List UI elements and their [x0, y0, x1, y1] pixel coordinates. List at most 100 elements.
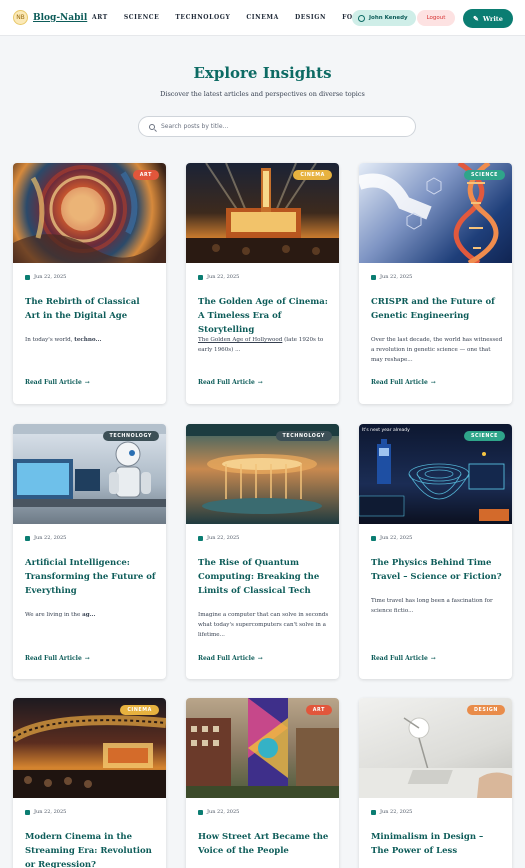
- post-title[interactable]: The Physics Behind Time Travel – Science…: [371, 556, 503, 584]
- read-more-link[interactable]: Read Full Article →: [198, 379, 263, 386]
- read-more-link[interactable]: Read Full Article →: [371, 379, 436, 386]
- post-image: CINEMA: [186, 163, 339, 263]
- search-input[interactable]: [161, 123, 401, 130]
- post-card[interactable]: CINEMA Jun 22, 2025 Modern Cinema in the…: [13, 698, 166, 868]
- calendar-icon: [25, 535, 30, 541]
- read-more-label: Read Full Article: [371, 379, 428, 386]
- post-excerpt: Over the last decade, the world has witn…: [371, 337, 503, 363]
- post-card[interactable]: ART Jun 22, 2025 How Street Art Became t…: [186, 698, 339, 868]
- post-card[interactable]: TECHNOLOGY Jun 22, 2025 The Rise of Quan…: [186, 424, 339, 679]
- user-name: John Kenedy: [369, 15, 408, 21]
- calendar-icon: [198, 274, 203, 280]
- post-excerpt: In today's world, techno...: [25, 335, 157, 345]
- post-image: TECHNOLOGY: [13, 424, 166, 524]
- write-button[interactable]: ✎ Write: [463, 9, 513, 28]
- read-more-link[interactable]: Read Full Article →: [25, 379, 90, 386]
- calendar-icon: [25, 809, 30, 815]
- arrow-right-icon: →: [257, 655, 263, 662]
- post-card[interactable]: CINEMA Jun 22, 2025 The Golden Age of Ci…: [186, 163, 339, 404]
- read-more-link[interactable]: Read Full Article →: [198, 655, 263, 662]
- post-title[interactable]: The Rise of Quantum Computing: Breaking …: [198, 556, 330, 598]
- read-more-link[interactable]: Read Full Article →: [371, 655, 436, 662]
- calendar-icon: [198, 809, 203, 815]
- post-title[interactable]: Modern Cinema in the Streaming Era: Revo…: [25, 830, 157, 868]
- post-image: SCIENCE: [359, 163, 512, 263]
- post-date: Jun 22, 2025: [34, 809, 67, 815]
- write-label: Write: [482, 14, 503, 23]
- arrow-right-icon: →: [430, 655, 436, 662]
- arrow-right-icon: →: [84, 379, 90, 386]
- read-more-label: Read Full Article: [198, 655, 255, 662]
- post-image: ART: [13, 163, 166, 263]
- category-badge: SCIENCE: [463, 170, 505, 180]
- post-meta: Jun 22, 2025: [371, 274, 412, 280]
- post-card[interactable]: SCIENCE Jun 22, 2025 CRISPR and the Futu…: [359, 163, 512, 404]
- post-meta: Jun 22, 2025: [371, 535, 412, 541]
- post-excerpt: We are living in the ag...: [25, 610, 157, 620]
- post-date: Jun 22, 2025: [207, 809, 240, 815]
- post-excerpt: Time travel has long been a fascination …: [371, 598, 493, 614]
- category-badge: CINEMA: [120, 705, 159, 715]
- excerpt-text: In today's world,: [25, 337, 75, 343]
- image-caption: It's next year already: [362, 427, 410, 433]
- post-excerpt: Imagine a computer that can solve in sec…: [198, 612, 329, 638]
- read-more-link[interactable]: Read Full Article →: [25, 655, 90, 662]
- post-date: Jun 22, 2025: [34, 274, 67, 280]
- post-title[interactable]: Artificial Intelligence: Transforming th…: [25, 556, 157, 598]
- arrow-right-icon: →: [257, 379, 263, 386]
- page-subtitle: Discover the latest articles and perspec…: [160, 90, 365, 98]
- nav-item-art[interactable]: ART: [92, 14, 108, 21]
- calendar-icon: [25, 274, 30, 280]
- post-title[interactable]: How Street Art Became the Voice of the P…: [198, 830, 330, 858]
- post-meta: Jun 22, 2025: [371, 809, 412, 815]
- logout-button[interactable]: Logout: [417, 10, 455, 26]
- read-more-label: Read Full Article: [198, 379, 255, 386]
- calendar-icon: [371, 274, 376, 280]
- post-date: Jun 22, 2025: [207, 535, 240, 541]
- nav-item-science[interactable]: SCIENCE: [124, 14, 160, 21]
- post-image: TECHNOLOGY: [186, 424, 339, 524]
- nav-item-cinema[interactable]: CINEMA: [246, 14, 279, 21]
- excerpt-text: We are living in the: [25, 612, 83, 618]
- category-badge: CINEMA: [293, 170, 332, 180]
- post-card[interactable]: ART Jun 22, 2025 The Rebirth of Classica…: [13, 163, 166, 404]
- post-meta: Jun 22, 2025: [198, 535, 239, 541]
- post-card[interactable]: It's next year already SCIENCE Jun 22, 2…: [359, 424, 512, 679]
- post-excerpt: The Golden Age of Hollywood (late 1920s …: [198, 335, 330, 355]
- excerpt-link[interactable]: The Golden Age of Hollywood: [198, 337, 282, 343]
- post-title[interactable]: Minimalism in Design – The Power of Less: [371, 830, 503, 858]
- nav-item-technology[interactable]: TECHNOLOGY: [175, 14, 230, 21]
- excerpt-bold: ag...: [82, 612, 96, 618]
- page-title: Explore Insights: [193, 64, 332, 82]
- post-date: Jun 22, 2025: [34, 535, 67, 541]
- calendar-icon: [198, 535, 203, 541]
- top-navbar: NB Blog-Nabil ART SCIENCE TECHNOLOGY CIN…: [0, 0, 525, 36]
- post-meta: Jun 22, 2025: [25, 274, 66, 280]
- post-date: Jun 22, 2025: [380, 809, 413, 815]
- logo-icon: NB: [13, 10, 28, 25]
- post-date: Jun 22, 2025: [380, 535, 413, 541]
- category-badge: TECHNOLOGY: [275, 431, 332, 441]
- arrow-right-icon: →: [84, 655, 90, 662]
- post-title[interactable]: The Golden Age of Cinema: A Timeless Era…: [198, 295, 330, 337]
- post-card[interactable]: DESIGN Jun 22, 2025 Minimalism in Design…: [359, 698, 512, 868]
- arrow-right-icon: →: [430, 379, 436, 386]
- calendar-icon: [371, 809, 376, 815]
- category-badge: DESIGN: [466, 705, 505, 715]
- post-image: DESIGN: [359, 698, 512, 798]
- post-card[interactable]: TECHNOLOGY Jun 22, 2025 Artificial Intel…: [13, 424, 166, 679]
- nav-item-design[interactable]: DESIGN: [295, 14, 326, 21]
- search-icon: [149, 123, 155, 130]
- pencil-icon: ✎: [473, 14, 479, 23]
- user-icon: [358, 14, 365, 22]
- post-meta: Jun 22, 2025: [25, 809, 66, 815]
- search-bar[interactable]: [138, 116, 416, 137]
- brand-logo[interactable]: NB Blog-Nabil: [13, 10, 87, 25]
- post-title[interactable]: CRISPR and the Future of Genetic Enginee…: [371, 295, 503, 323]
- user-profile-button[interactable]: John Kenedy: [352, 10, 416, 26]
- post-meta: Jun 22, 2025: [198, 274, 239, 280]
- post-image: CINEMA: [13, 698, 166, 798]
- calendar-icon: [371, 535, 376, 541]
- post-title[interactable]: The Rebirth of Classical Art in the Digi…: [25, 295, 157, 323]
- brand-name[interactable]: Blog-Nabil: [33, 13, 87, 23]
